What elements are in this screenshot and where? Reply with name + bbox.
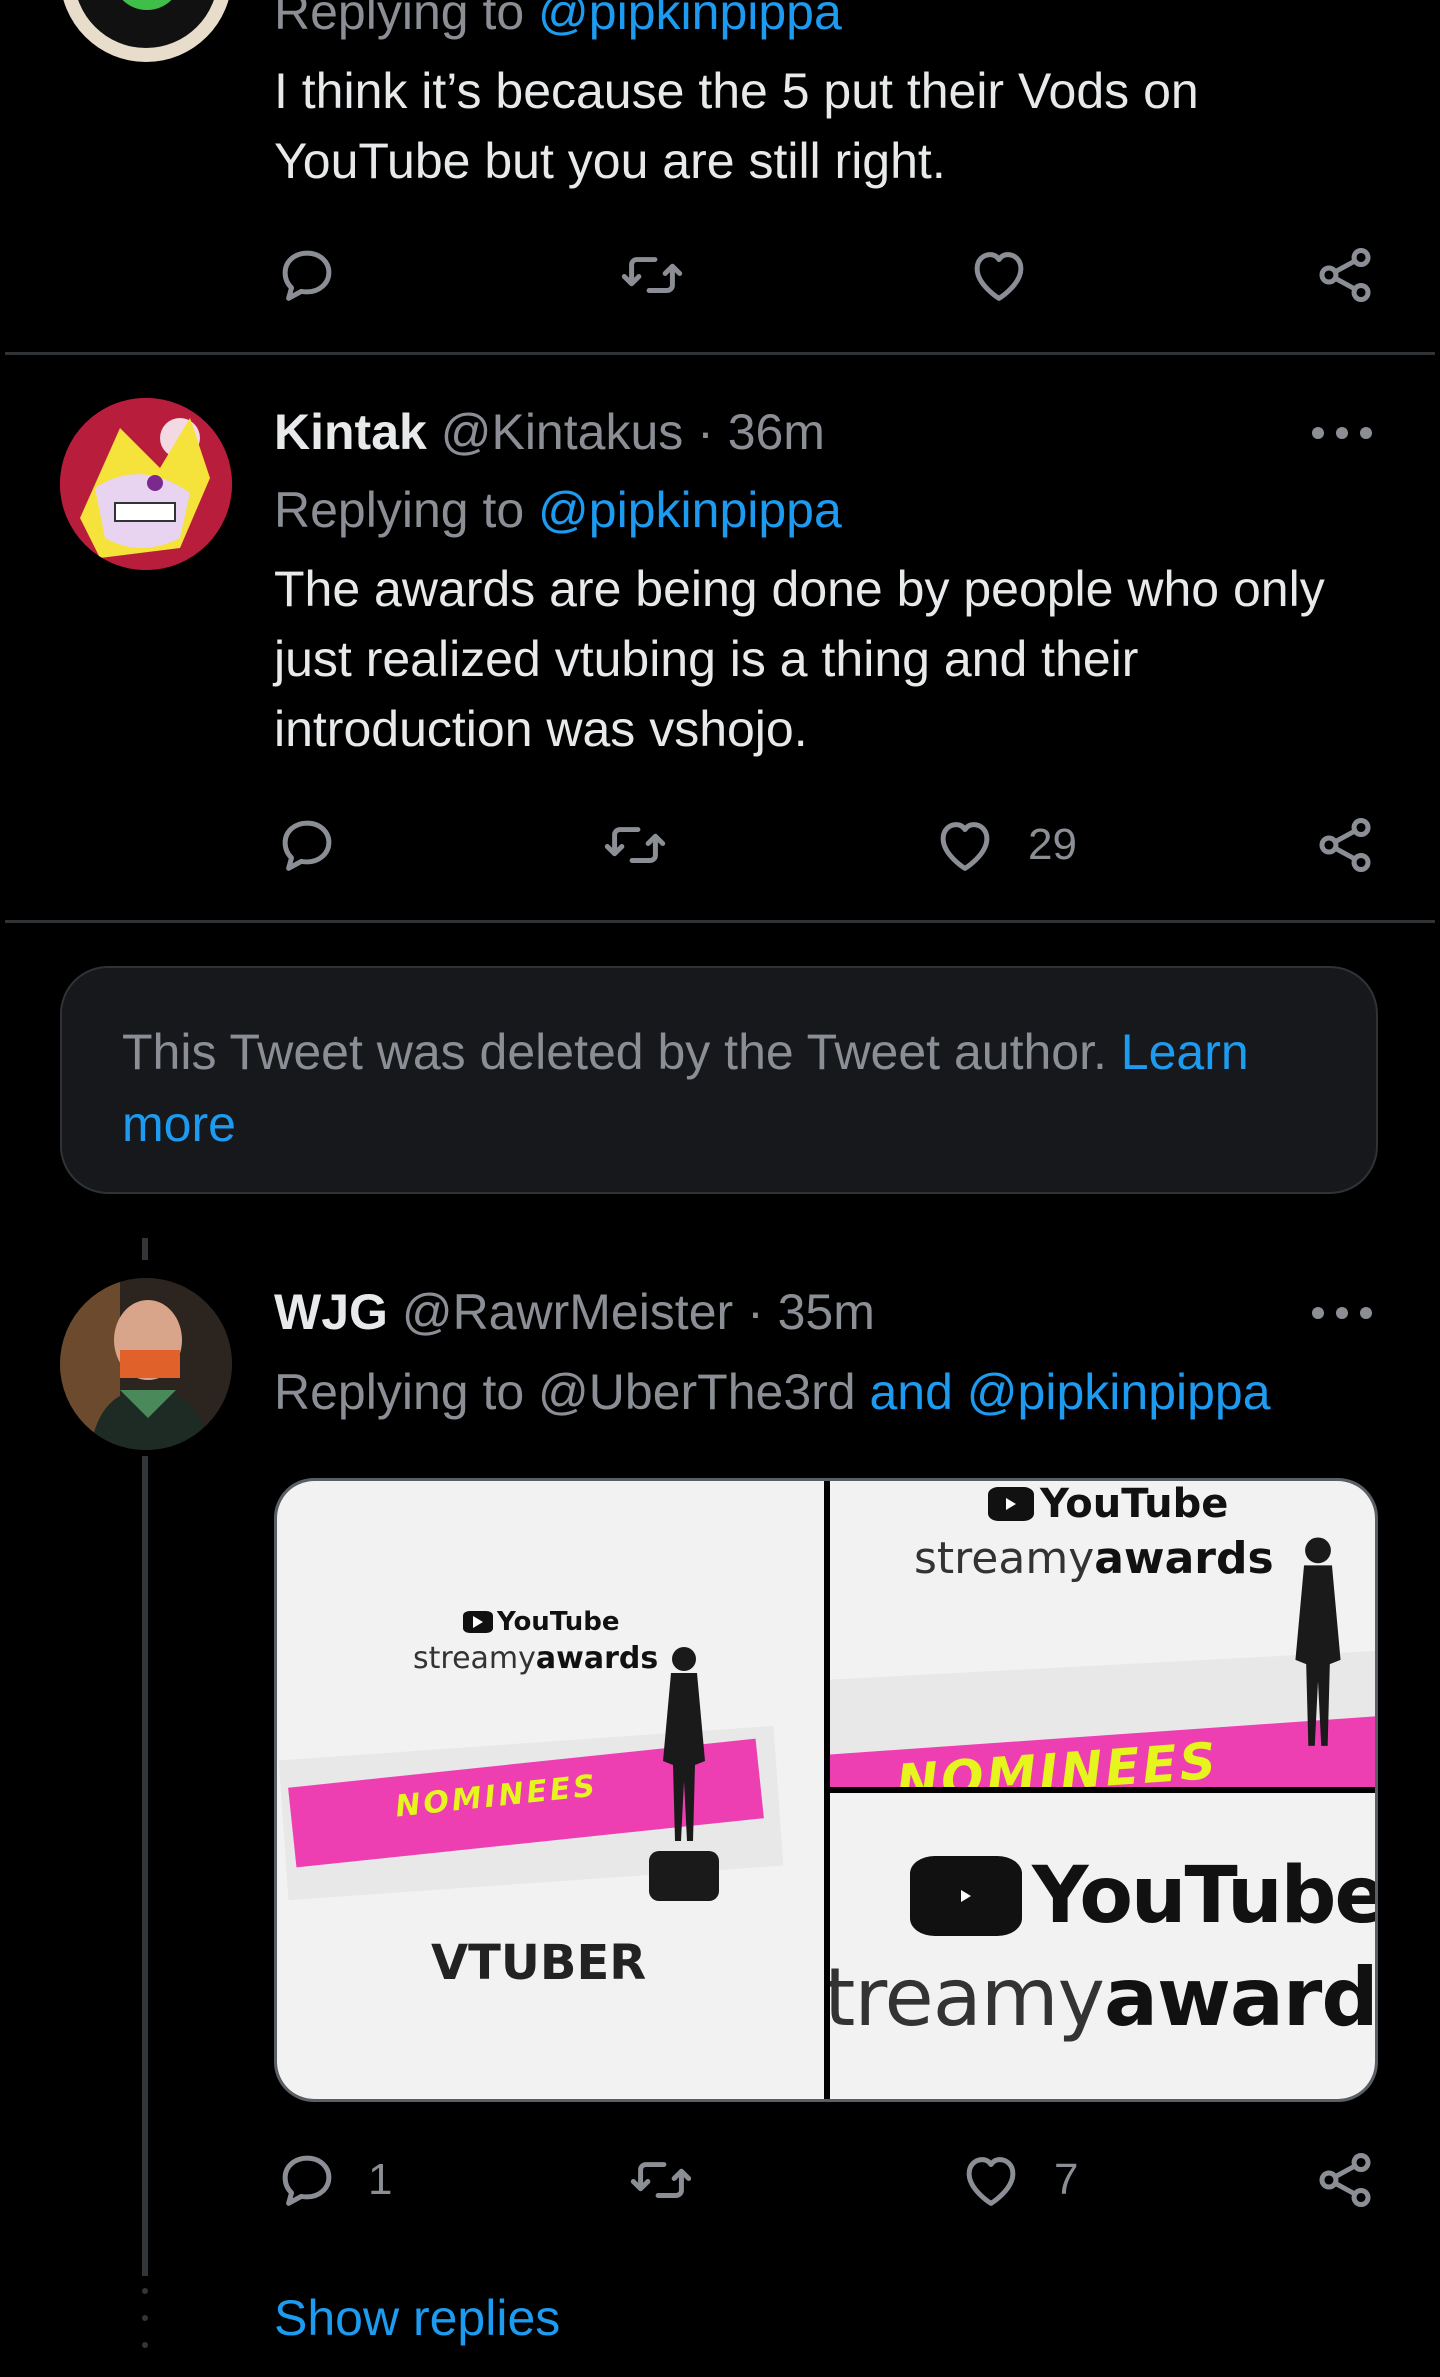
- deleted-tweet-notice: This Tweet was deleted by the Tweet auth…: [60, 966, 1378, 1194]
- display-name[interactable]: Kintak: [274, 404, 427, 460]
- like-icon: [966, 2157, 1016, 2206]
- replying-to: Replying to @pipkinpippa: [274, 0, 842, 42]
- thread-dots: [140, 2288, 150, 2348]
- avatar-image: [60, 1278, 232, 1450]
- tweet-text: I think it’s because the 5 put their Vod…: [274, 63, 1199, 189]
- share-icon: [1319, 248, 1371, 302]
- retweet-icon: [630, 2162, 692, 2198]
- youtube-logo: YouTube: [463, 1607, 619, 1637]
- like-button[interactable]: [964, 240, 1034, 310]
- like-button[interactable]: [956, 2145, 1026, 2215]
- tweet-text: The awards are being done by people who …: [274, 561, 1325, 757]
- user-handle[interactable]: @RawrMeister: [402, 1284, 733, 1340]
- more-icon: [1312, 427, 1324, 439]
- share-button[interactable]: [1310, 2145, 1380, 2215]
- retweet-button[interactable]: [626, 2145, 696, 2215]
- media-image-1[interactable]: YouTube streamyawards NOMINEES VTUBER: [277, 1481, 824, 2099]
- deleted-notice-text: This Tweet was deleted by the Tweet auth…: [122, 1024, 1121, 1080]
- reply-button[interactable]: [272, 810, 342, 880]
- more-button[interactable]: [1312, 1298, 1372, 1328]
- play-icon: [463, 1611, 493, 1633]
- media-image-2[interactable]: YouTube streamyawards NOMINEES: [830, 1481, 1375, 1787]
- thread-line: [142, 1456, 148, 2276]
- reply-button[interactable]: [272, 240, 342, 310]
- category-label: VTUBER: [431, 1935, 647, 1991]
- streamy-awards-logo: streamyawards: [914, 1533, 1274, 1584]
- youtube-logo: YouTube: [988, 1481, 1228, 1527]
- show-replies-link[interactable]: Show replies: [274, 2288, 560, 2348]
- mention-link[interactable]: @pipkinpippa: [538, 482, 842, 538]
- display-name[interactable]: WJG: [274, 1284, 388, 1340]
- media-image-3[interactable]: YouTube treamyawards: [830, 1793, 1378, 2099]
- retweet-icon: [621, 257, 683, 293]
- replying-to: Replying to @pipkinpippa: [274, 482, 842, 538]
- more-button[interactable]: [1312, 418, 1372, 448]
- share-button[interactable]: [1310, 240, 1380, 310]
- user-handle[interactable]: @Kintakus: [441, 404, 684, 460]
- retweet-icon: [604, 827, 666, 863]
- media-grid[interactable]: YouTube streamyawards NOMINEES VTUBER Yo…: [274, 1478, 1378, 2102]
- mention-link[interactable]: @pipkinpippa: [538, 0, 842, 40]
- reply-count: 1: [368, 2155, 393, 2204]
- like-button[interactable]: [930, 810, 1000, 880]
- streamy-awards-logo: treamyawards: [830, 1951, 1378, 2044]
- reply-icon: [282, 250, 332, 301]
- divider: [5, 352, 1435, 355]
- timestamp[interactable]: 35m: [778, 1284, 875, 1340]
- separator: ·: [733, 1284, 778, 1340]
- like-icon: [974, 252, 1024, 301]
- share-icon: [1319, 2153, 1371, 2207]
- reply-icon: [282, 820, 332, 871]
- tweet-header: Kintak @Kintakus · 36m: [274, 402, 825, 462]
- tweet-header: WJG @RawrMeister · 35m: [274, 1282, 875, 1342]
- like-icon: [940, 822, 990, 871]
- thread-line: [142, 1238, 148, 1260]
- avatar[interactable]: [60, 398, 232, 570]
- mention-link[interactable]: and @pipkinpippa: [869, 1364, 1270, 1420]
- avatar[interactable]: [60, 1278, 232, 1450]
- more-icon: [1312, 1307, 1324, 1319]
- streamy-awards-logo: streamyawards: [413, 1641, 659, 1676]
- divider: [5, 920, 1435, 923]
- like-count: 29: [1028, 820, 1077, 869]
- separator: ·: [683, 404, 728, 460]
- trophy-figure: [649, 1647, 719, 1901]
- avatar[interactable]: [60, 0, 232, 62]
- reply-button[interactable]: [272, 2145, 342, 2215]
- replying-to: Replying to @UberThe3rd and @pipkinpippa: [274, 1364, 1271, 1420]
- play-icon: [910, 1856, 1022, 1936]
- share-icon: [1319, 818, 1371, 872]
- play-icon: [988, 1487, 1034, 1521]
- youtube-logo: YouTube: [910, 1851, 1375, 1941]
- share-button[interactable]: [1310, 810, 1380, 880]
- avatar-image: [60, 398, 232, 570]
- like-count: 7: [1054, 2155, 1079, 2204]
- retweet-button[interactable]: [600, 810, 670, 880]
- timestamp[interactable]: 36m: [728, 404, 825, 460]
- retweet-button[interactable]: [617, 240, 687, 310]
- reply-icon: [282, 2155, 332, 2206]
- trophy-figure: [1295, 1537, 1341, 1746]
